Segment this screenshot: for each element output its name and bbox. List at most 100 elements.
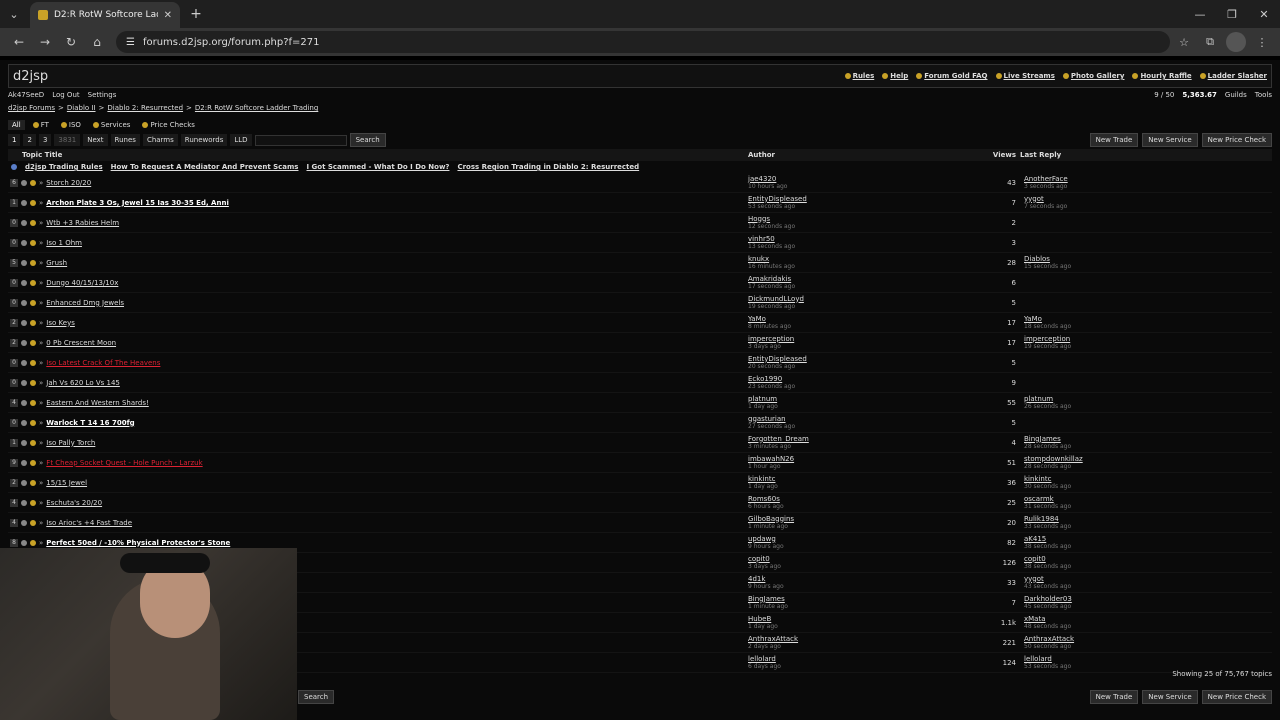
footer-new-trade-button[interactable]: New Trade (1089, 690, 1139, 704)
topic-link[interactable]: Ft Cheap Socket Quest - Hole Punch - Lar… (46, 459, 202, 467)
topic-link[interactable]: Perfect 50ed / -10% Physical Protector's… (46, 539, 230, 547)
close-window-icon[interactable]: ✕ (1248, 0, 1280, 28)
filter-ft[interactable]: FT (29, 120, 53, 130)
pinned-link[interactable]: How To Request A Mediator And Prevent Sc… (111, 163, 299, 171)
back-icon[interactable]: ← (8, 31, 30, 53)
category-lld[interactable]: LLD (230, 134, 252, 146)
topic-link[interactable]: Iso 1 Ohm (46, 239, 82, 247)
top-link-forum-gold-faq[interactable]: Forum Gold FAQ (916, 72, 988, 80)
top-link-hourly-raffle[interactable]: Hourly Raffle (1132, 72, 1192, 80)
last-reply-link[interactable]: AnthraxAttack (1024, 635, 1272, 643)
page-link[interactable]: 3831 (54, 134, 81, 146)
mail-count[interactable]: 9 / 50 (1154, 91, 1174, 99)
breadcrumb-item[interactable]: D2:R RotW Softcore Ladder Trading (195, 104, 318, 116)
author-link[interactable]: HubeB (748, 615, 992, 623)
topic-link[interactable]: Dungo 40/15/13/10x (46, 279, 118, 287)
reload-icon[interactable]: ↻ (60, 31, 82, 53)
last-reply-link[interactable]: yygot (1024, 195, 1272, 203)
last-reply-link[interactable]: imperception (1024, 335, 1272, 343)
last-reply-link[interactable]: copit0 (1024, 555, 1272, 563)
top-link-rules[interactable]: Rules (844, 72, 874, 80)
author-link[interactable]: lellolard (748, 655, 992, 663)
top-link-photo-gallery[interactable]: Photo Gallery (1062, 72, 1124, 80)
category-charms[interactable]: Charms (142, 134, 178, 146)
author-link[interactable]: AnthraxAttack (748, 635, 992, 643)
last-reply-link[interactable]: aK415 (1024, 535, 1272, 543)
topic-link[interactable]: 0 Pb Crescent Moon (46, 339, 116, 347)
author-link[interactable]: vinhr50 (748, 235, 992, 243)
forward-icon[interactable]: → (34, 31, 56, 53)
last-reply-link[interactable]: AnotherFace (1024, 175, 1272, 183)
browser-menu-icon[interactable]: ⋮ (1252, 32, 1272, 52)
author-link[interactable]: BingJames (748, 595, 992, 603)
last-reply-link[interactable]: BingJames (1024, 435, 1272, 443)
gold-balance[interactable]: 5,363.67 (1182, 91, 1217, 99)
new-tab-icon[interactable]: + (184, 2, 208, 26)
page-link[interactable]: 3 (38, 134, 52, 146)
author-link[interactable]: Roms60s (748, 495, 992, 503)
author-link[interactable]: GilboBaggins (748, 515, 992, 523)
category-runewords[interactable]: Runewords (180, 134, 228, 146)
topic-link[interactable]: Jah Vs 620 Lo Vs 145 (46, 379, 120, 387)
logout-link[interactable]: Log Out (52, 91, 79, 99)
topic-link[interactable]: Storch 20/20 (46, 179, 91, 187)
author-link[interactable]: kinkintc (748, 475, 992, 483)
search-input[interactable] (254, 134, 347, 146)
topic-link[interactable]: Iso Pally Torch (46, 439, 95, 447)
author-link[interactable]: Hoggs (748, 215, 992, 223)
author-link[interactable]: updawg (748, 535, 992, 543)
breadcrumb-item[interactable]: Diablo 2: Resurrected (107, 104, 183, 116)
last-reply-link[interactable]: lellolard (1024, 655, 1272, 663)
profile-avatar[interactable] (1226, 32, 1246, 52)
topic-link[interactable]: Wtb +3 Rabies Helm (46, 219, 119, 227)
top-link-ladder-slasher[interactable]: Ladder Slasher (1199, 72, 1267, 80)
last-reply-link[interactable]: stompdownkillaz (1024, 455, 1272, 463)
tab-search-icon[interactable]: ⌄ (0, 0, 28, 28)
last-reply-link[interactable]: platnum (1024, 395, 1272, 403)
author-link[interactable]: jae4320 (748, 175, 992, 183)
last-reply-link[interactable]: oscarmk (1024, 495, 1272, 503)
filter-price-checks[interactable]: Price Checks (138, 120, 198, 130)
page-link[interactable]: 1 (8, 134, 21, 146)
top-link-live-streams[interactable]: Live Streams (995, 72, 1055, 80)
pinned-link[interactable]: Cross Region Trading in Diablo 2: Resurr… (457, 163, 639, 171)
last-reply-link[interactable]: Darkholder03 (1024, 595, 1272, 603)
topic-link[interactable]: Eschuta's 20/20 (46, 499, 102, 507)
filter-all[interactable]: All (8, 120, 25, 130)
search-button[interactable]: Search (349, 133, 386, 147)
author-link[interactable]: imperception (748, 335, 992, 343)
category-runes[interactable]: Runes (110, 134, 140, 146)
author-link[interactable]: 4d1k (748, 575, 992, 583)
topic-link[interactable]: Iso Arioc's +4 Fast Trade (46, 519, 132, 527)
page-link[interactable]: 2 (23, 134, 36, 146)
site-info-icon[interactable]: ☰ (126, 37, 135, 48)
author-link[interactable]: copit0 (748, 555, 992, 563)
topic-link[interactable]: Enhanced Dmg Jewels (46, 299, 124, 307)
author-link[interactable]: knukx (748, 255, 992, 263)
author-link[interactable]: EntityDispleased (748, 195, 992, 203)
author-link[interactable]: YaMo (748, 315, 992, 323)
top-link-help[interactable]: Help (882, 72, 908, 80)
last-reply-link[interactable]: YaMo (1024, 315, 1272, 323)
filter-iso[interactable]: ISO (57, 120, 85, 130)
topic-link[interactable]: Iso Latest Crack Of The Heavens (46, 359, 160, 367)
author-link[interactable]: Ecko1990 (748, 375, 992, 383)
topic-link[interactable]: Grush (46, 259, 67, 267)
new-trade-button[interactable]: New Trade (1089, 133, 1139, 147)
footer-new-service-button[interactable]: New Service (1142, 690, 1198, 704)
author-link[interactable]: Amakridakis (748, 275, 992, 283)
username-link[interactable]: Ak47SeeD (8, 91, 44, 99)
new-service-button[interactable]: New Service (1142, 133, 1198, 147)
topic-link[interactable]: Archon Plate 3 Os, Jewel 15 Ias 30-35 Ed… (46, 199, 229, 207)
bookmark-star-icon[interactable]: ☆ (1174, 32, 1194, 52)
author-link[interactable]: platnum (748, 395, 992, 403)
last-reply-link[interactable]: kinkintc (1024, 475, 1272, 483)
topic-link[interactable]: 15/15 Jewel (46, 479, 87, 487)
breadcrumb-item[interactable]: Diablo II (67, 104, 96, 116)
new-price-check-button[interactable]: New Price Check (1201, 133, 1272, 147)
site-logo[interactable]: d2jsp (13, 69, 48, 84)
settings-link[interactable]: Settings (88, 91, 117, 99)
pinned-link[interactable]: I Got Scammed - What Do I Do Now? (306, 163, 449, 171)
footer-search-button[interactable]: Search (298, 690, 335, 704)
address-bar[interactable]: ☰ forums.d2jsp.org/forum.php?f=271 (116, 31, 1170, 53)
